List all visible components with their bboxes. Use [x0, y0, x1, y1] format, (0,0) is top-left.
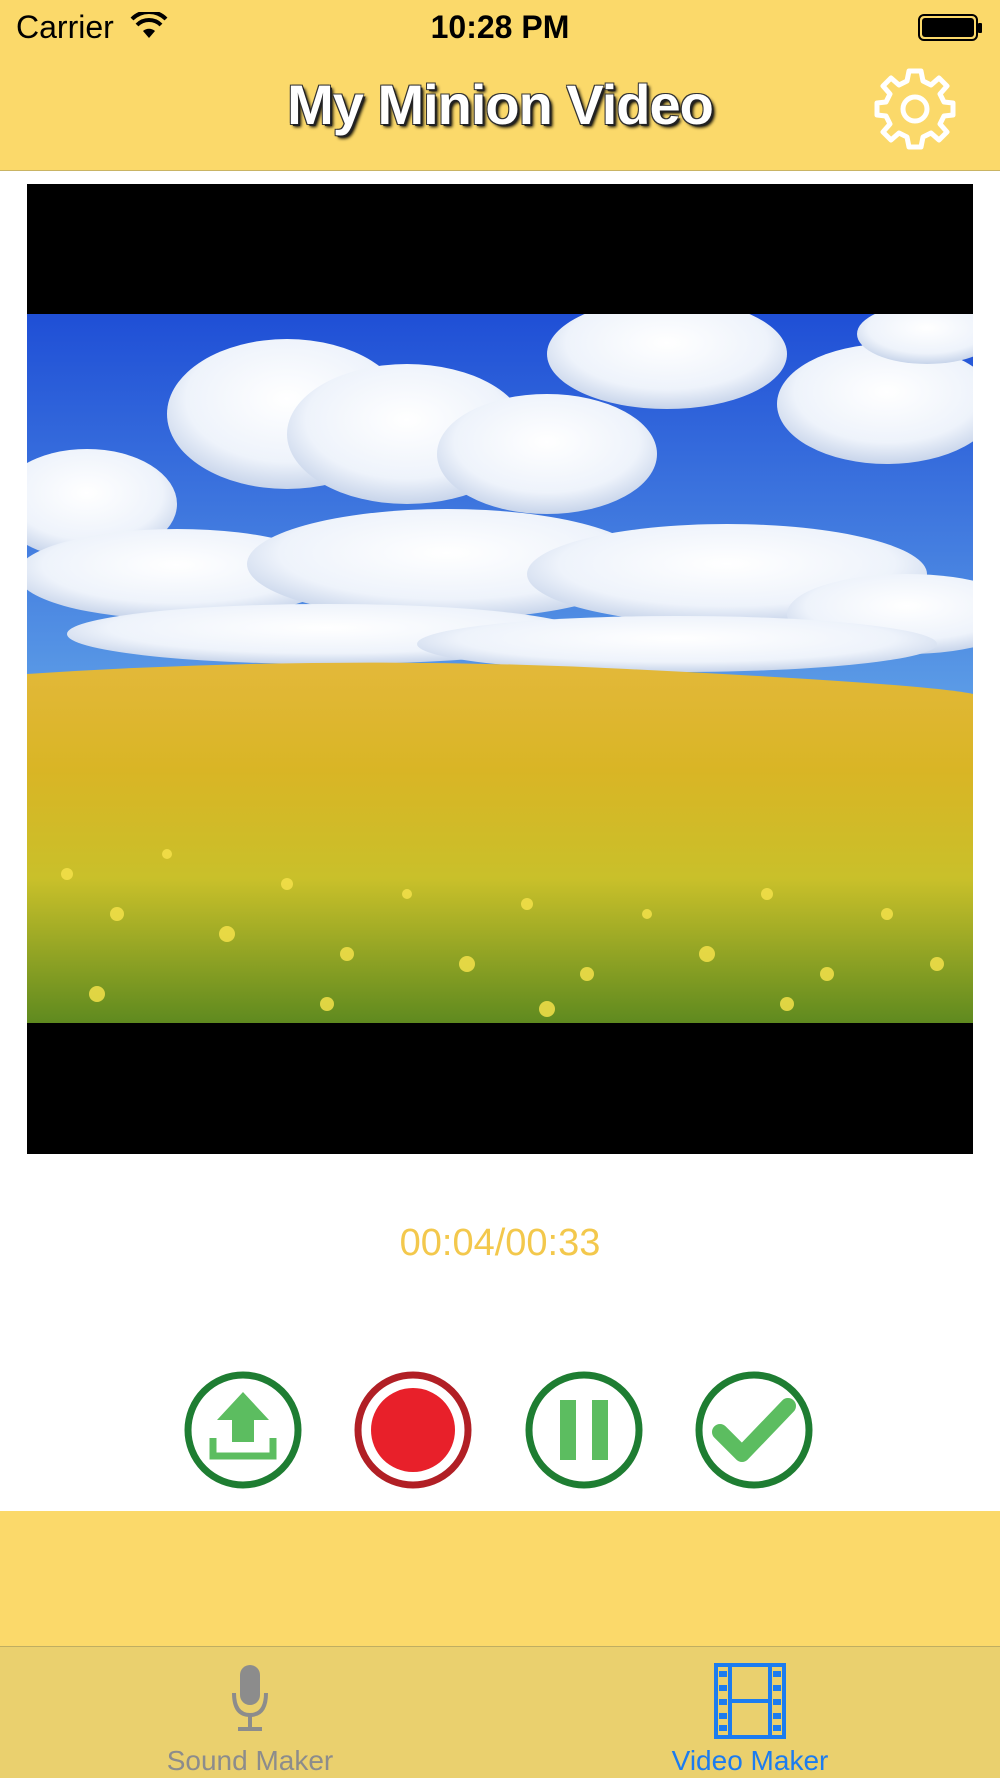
upload-icon [184, 1371, 302, 1489]
video-frame-image [27, 314, 973, 1023]
pause-icon [525, 1371, 643, 1489]
status-time: 10:28 PM [430, 9, 570, 45]
page-title: My Minion Video [287, 73, 714, 136]
record-icon [354, 1371, 472, 1489]
pause-button[interactable] [524, 1370, 644, 1490]
tab-label-video-maker: Video Maker [671, 1745, 829, 1776]
video-player[interactable] [27, 184, 973, 1154]
gear-icon[interactable] [873, 67, 957, 151]
microphone-icon [232, 1665, 268, 1731]
tab-label-sound-maker: Sound Maker [166, 1745, 334, 1776]
tab-bar: Sound Maker Video Maker [0, 1646, 1000, 1778]
record-button[interactable] [353, 1370, 473, 1490]
upload-button[interactable] [183, 1370, 303, 1490]
tab-video-maker[interactable]: Video Maker [500, 1647, 1000, 1779]
status-bar: Carrier 10:28 PM [0, 0, 1000, 56]
checkmark-icon [695, 1371, 813, 1489]
video-timecode: 00:04/00:33 [399, 1222, 601, 1264]
landscape-image [27, 314, 973, 1023]
app-header: Carrier 10:28 PM My Minion Video [0, 0, 1000, 171]
film-icon [714, 1663, 786, 1739]
tab-sound-maker[interactable]: Sound Maker [0, 1647, 500, 1779]
done-button[interactable] [694, 1370, 814, 1490]
battery-icon [918, 14, 982, 41]
ad-banner-area [0, 1511, 1000, 1646]
